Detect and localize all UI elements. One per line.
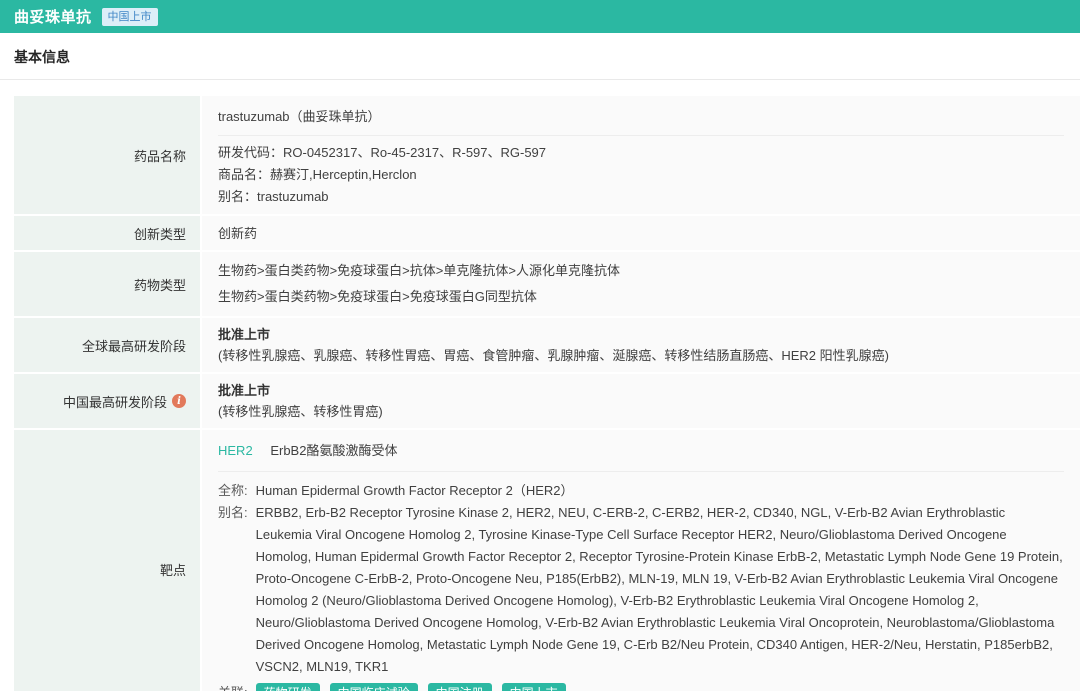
china-stage-indications: (转移性乳腺癌、转移性胃癌) [218, 404, 383, 419]
drug-type-value: 生物药>蛋白类药物>免疫球蛋白>抗体>单克隆抗体>人源化单克隆抗体 生物药>蛋白… [202, 252, 1080, 316]
china-stage-label: 中国最高研发阶段 i [14, 374, 200, 428]
target-label: 靶点 [14, 430, 200, 691]
global-stage-value: 批准上市 (转移性乳腺癌、乳腺癌、转移性胃癌、胃癌、食管肿瘤、乳腺肿瘤、涎腺癌、… [202, 318, 1080, 372]
drug-name-value: trastuzumab（曲妥珠单抗） 研发代码：RO-0452317、Ro-45… [202, 96, 1080, 214]
drug-rd-code: 研发代码：RO-0452317、Ro-45-2317、R-597、RG-597 [218, 145, 547, 160]
innovation-type-value: 创新药 [202, 216, 1080, 250]
innovation-type-label: 创新类型 [14, 216, 200, 250]
basic-info-table: 药品名称 trastuzumab（曲妥珠单抗） 研发代码：RO-0452317、… [14, 96, 1080, 691]
drug-type-line-2: 生物药>蛋白类药物>免疫球蛋白>免疫球蛋白G同型抗体 [218, 289, 537, 304]
target-alias-key: 别名: [218, 505, 248, 520]
target-head: HER2 ErbB2酪氨酸激酶受体 [218, 436, 1064, 472]
info-icon[interactable]: i [172, 394, 186, 408]
row-target: 靶点 HER2 ErbB2酪氨酸激酶受体 全称: Human Epidermal… [14, 430, 1080, 691]
relation-badge-china-clinical-trial[interactable]: 中国临床试验 [329, 682, 418, 691]
target-alias-value: ERBB2, Erb-B2 Receptor Tyrosine Kinase 2… [255, 505, 1063, 674]
target-gene-desc: ErbB2酪氨酸激酶受体 [270, 443, 398, 458]
row-global-highest-stage: 全球最高研发阶段 批准上市 (转移性乳腺癌、乳腺癌、转移性胃癌、胃癌、食管肿瘤、… [14, 318, 1080, 372]
section-title-basic-info: 基本信息 [14, 49, 70, 65]
target-value: HER2 ErbB2酪氨酸激酶受体 全称: Human Epidermal Gr… [202, 430, 1080, 691]
target-fullname-key: 全称: [218, 483, 248, 498]
basic-info-section-header: 基本信息 [0, 33, 1080, 80]
drug-name-primary: trastuzumab（曲妥珠单抗） [218, 102, 1064, 136]
global-stage-name: 批准上市 [218, 327, 271, 342]
relation-badge-china-listed[interactable]: 中国上市 [501, 682, 566, 691]
row-innovation-type: 创新类型 创新药 [14, 216, 1080, 250]
target-alias-line: 别名: ERBB2, Erb-B2 Receptor Tyrosine Kina… [218, 502, 1064, 678]
drug-alias: 别名：trastuzumab [218, 189, 329, 204]
target-fullname-value: Human Epidermal Growth Factor Receptor 2… [255, 483, 574, 498]
drug-type-line-1: 生物药>蛋白类药物>免疫球蛋白>抗体>单克隆抗体>人源化单克隆抗体 [218, 263, 620, 278]
china-stage-value: 批准上市 (转移性乳腺癌、转移性胃癌) [202, 374, 1080, 428]
target-gene-link[interactable]: HER2 [218, 443, 253, 458]
drug-type-label: 药物类型 [14, 252, 200, 316]
target-relation-line: 关联: 药物研发 中国临床试验 中国注册 中国上市 [218, 682, 1064, 691]
china-listed-badge: 中国上市 [101, 7, 158, 26]
target-fullname-line: 全称: Human Epidermal Growth Factor Recept… [218, 480, 1064, 502]
global-stage-label: 全球最高研发阶段 [14, 318, 200, 372]
drug-name-label: 药品名称 [14, 96, 200, 214]
row-drug-name: 药品名称 trastuzumab（曲妥珠单抗） 研发代码：RO-0452317、… [14, 96, 1080, 214]
target-relation-key: 关联: [218, 682, 248, 691]
china-stage-label-text: 中国最高研发阶段 [62, 394, 167, 410]
global-stage-indications: (转移性乳腺癌、乳腺癌、转移性胃癌、胃癌、食管肿瘤、乳腺肿瘤、涎腺癌、转移性结肠… [218, 348, 889, 363]
drug-title: 曲妥珠单抗 [14, 9, 92, 26]
row-china-highest-stage: 中国最高研发阶段 i 批准上市 (转移性乳腺癌、转移性胃癌) [14, 374, 1080, 428]
china-stage-name: 批准上市 [218, 383, 271, 398]
relation-badge-drug-rd[interactable]: 药物研发 [255, 682, 320, 691]
drug-trade-name: 商品名：赫赛汀,Herceptin,Herclon [218, 167, 417, 182]
relation-badge-china-registration[interactable]: 中国注册 [427, 682, 492, 691]
innovation-type-text: 创新药 [218, 225, 258, 241]
drug-header-bar: 曲妥珠单抗 中国上市 [0, 0, 1080, 33]
row-drug-type: 药物类型 生物药>蛋白类药物>免疫球蛋白>抗体>单克隆抗体>人源化单克隆抗体 生… [14, 252, 1080, 316]
